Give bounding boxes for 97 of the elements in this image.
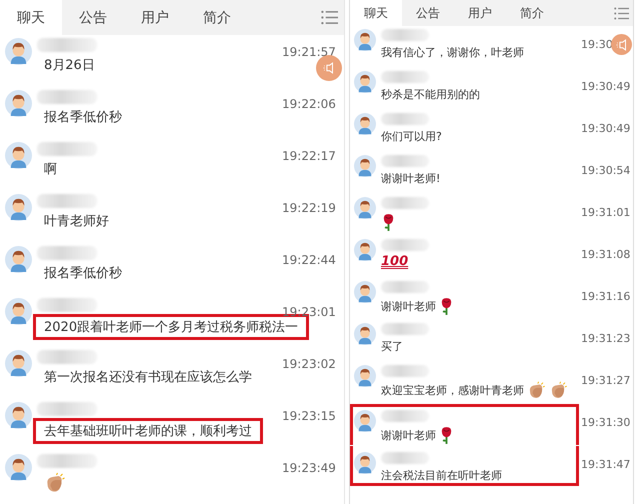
menu-icon <box>614 6 629 20</box>
tab[interactable]: 聊天 <box>0 0 62 35</box>
avatar-icon <box>354 71 376 93</box>
redacted-name <box>381 365 429 377</box>
clapping-hands-icon <box>527 381 546 400</box>
avatar-icon <box>5 454 32 481</box>
redacted-name <box>381 281 429 293</box>
message-time: 19:31:08 <box>581 248 630 261</box>
rose-icon <box>381 213 396 232</box>
message-text: 谢谢叶老师! <box>381 171 440 186</box>
message-text: 啊 <box>44 161 57 178</box>
avatar-icon <box>5 246 32 273</box>
message-time: 19:30:54 <box>581 164 630 177</box>
redacted-name <box>37 298 97 312</box>
avatar-icon <box>5 38 32 65</box>
message-time: 19:22:19 <box>282 201 336 215</box>
avatar-icon <box>5 298 32 325</box>
avatar-icon <box>5 90 32 117</box>
redacted-name <box>37 90 97 104</box>
message-time: 19:30:49 <box>581 122 630 135</box>
message-text: 谢谢叶老师 <box>381 299 436 314</box>
avatar-icon <box>5 350 32 377</box>
message-time: 19:30:49 <box>581 80 630 93</box>
message-time: 19:31:30 <box>581 416 630 429</box>
speaker-icon <box>616 38 628 52</box>
message-time: 19:22:44 <box>282 253 336 267</box>
message-time: 19:23:15 <box>282 409 336 423</box>
message-time: 19:23:01 <box>282 305 336 319</box>
message-time: 19:23:49 <box>282 461 336 475</box>
message-text: 叶青老师好 <box>44 213 109 230</box>
avatar-icon <box>354 239 376 261</box>
redacted-name <box>37 142 97 156</box>
tab[interactable]: 简介 <box>506 0 558 26</box>
avatar-icon <box>5 194 32 221</box>
redacted-name <box>37 194 97 208</box>
avatar-icon <box>354 323 376 345</box>
avatar-icon <box>5 142 32 169</box>
redacted-name <box>381 113 429 125</box>
message-text: 报名季低价秒 <box>44 265 122 282</box>
message-time: 19:22:17 <box>282 149 336 163</box>
redacted-name <box>37 246 97 260</box>
message-text: 秒杀是不能用别的的 <box>381 87 480 102</box>
redacted-name <box>381 452 429 464</box>
redacted-name <box>37 350 97 364</box>
redacted-name <box>37 38 97 52</box>
avatar-icon <box>5 402 32 429</box>
redacted-name <box>381 29 429 41</box>
avatar-icon <box>354 155 376 177</box>
menu-icon <box>321 9 338 26</box>
message-time: 19:21:57 <box>282 45 336 59</box>
message-time: 19:31:23 <box>581 332 630 345</box>
tab[interactable]: 聊天 <box>350 0 402 26</box>
message-time: 19:30 <box>581 38 613 51</box>
message-text: 8月26日 <box>44 57 95 74</box>
message-text: 谢谢叶老师 <box>381 428 436 443</box>
message-time: 19:23:02 <box>282 357 336 371</box>
tab[interactable]: 公告 <box>62 0 124 35</box>
redacted-name <box>37 454 97 468</box>
redacted-name <box>381 71 429 83</box>
redacted-name <box>381 197 429 209</box>
message-text: 报名季低价秒 <box>44 109 122 126</box>
redacted-name <box>381 155 429 167</box>
message-text: 买了 <box>381 339 403 354</box>
speaker-button[interactable] <box>316 55 342 81</box>
clapping-hands-icon <box>549 381 568 400</box>
message-time: 19:31:47 <box>581 458 630 471</box>
message-text: 2020跟着叶老师一个多月考过税务师税法一 <box>44 319 298 336</box>
avatar-icon <box>354 410 376 432</box>
avatar-icon <box>354 365 376 387</box>
message-time: 19:31:01 <box>581 206 630 219</box>
message-time: 19:22:06 <box>282 97 336 111</box>
message-text: 你们可以用? <box>381 129 442 144</box>
redacted-name <box>381 239 429 251</box>
redacted-name <box>37 402 97 416</box>
avatar-icon <box>354 452 376 474</box>
rose-icon <box>439 426 454 445</box>
message-text: 注会税法目前在听叶老师 <box>381 468 502 483</box>
message-text: 第一次报名还没有书现在应该怎么学 <box>44 369 252 386</box>
speaker-button[interactable] <box>611 34 632 55</box>
tab[interactable]: 公告 <box>402 0 454 26</box>
hundred-emoji: 100 <box>381 255 408 270</box>
tab[interactable]: 简介 <box>186 0 248 35</box>
tab[interactable]: 用户 <box>454 0 506 26</box>
tab[interactable]: 用户 <box>124 0 186 35</box>
avatar-icon <box>354 197 376 219</box>
speaker-icon <box>323 61 335 75</box>
message-time: 19:31:16 <box>581 290 630 303</box>
avatar-icon <box>354 29 376 51</box>
message-text: 我有信心了，谢谢你，叶老师 <box>381 45 524 60</box>
rose-icon <box>439 297 454 316</box>
avatar-icon <box>354 113 376 135</box>
avatar-icon <box>354 281 376 303</box>
redacted-name <box>381 323 429 335</box>
message-text: 去年基础班听叶老师的课，顺利考过 <box>44 423 252 440</box>
redacted-name <box>381 410 429 422</box>
message-text: 欢迎宝宝老师，感谢叶青老师 <box>381 383 524 398</box>
message-time: 19:31:27 <box>581 374 630 387</box>
